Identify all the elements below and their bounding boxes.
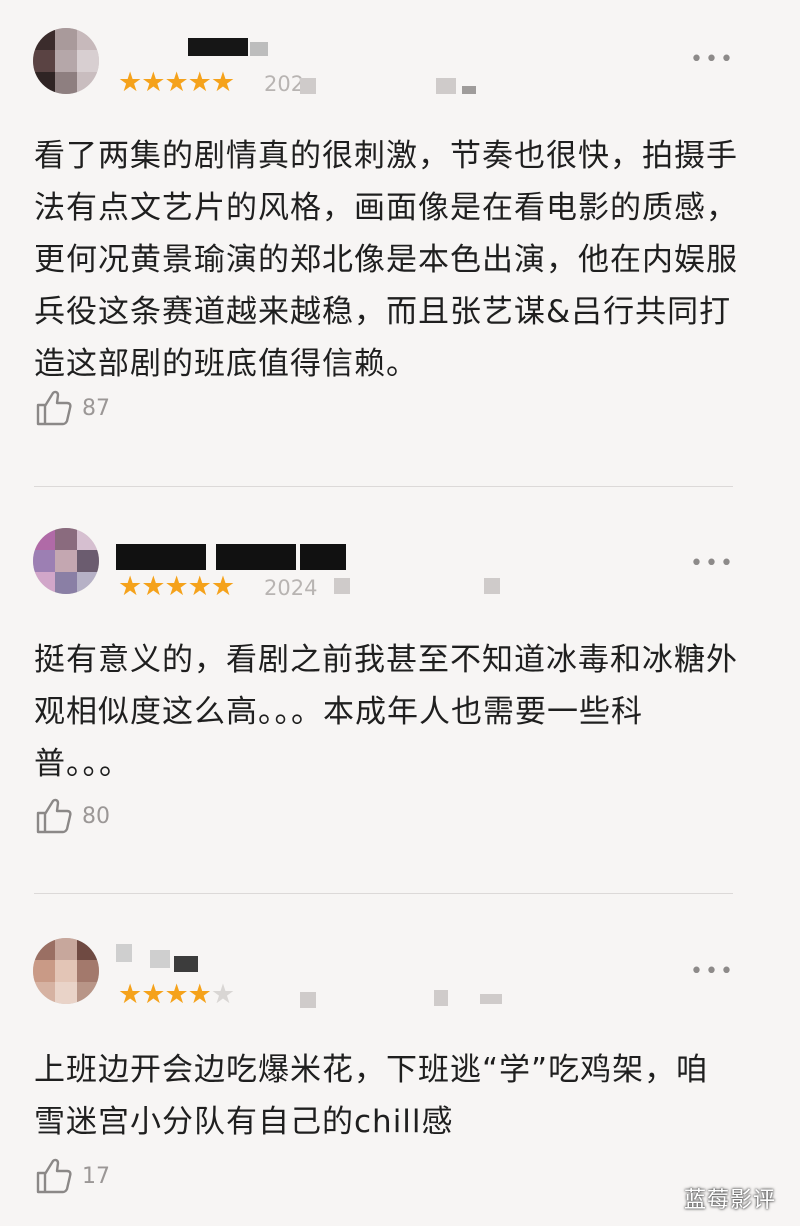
star-icon: ★ (187, 571, 212, 602)
review-date: 202 (264, 72, 305, 96)
username-redacted (130, 38, 290, 56)
review-text: 看了两集的剧情真的很刺激，节奏也很快，拍摄手法有点文艺片的风格，画面像是在看电影… (34, 138, 738, 382)
star-icon: ★ (187, 67, 212, 98)
star-icon: ★ (118, 979, 142, 1010)
more-dots-icon[interactable]: ••• (690, 49, 733, 71)
star-icon: ★ (141, 571, 165, 602)
like-button[interactable]: 87 (34, 388, 110, 428)
review-date: 2024 (264, 576, 318, 600)
star-rating: ★★★★★ (118, 571, 235, 602)
like-button[interactable]: 80 (34, 796, 110, 836)
thumbs-up-icon (36, 390, 72, 426)
review-text: 挺有意义的，看剧之前我甚至不知道冰毒和冰糖外观相似度这么高。。。本成年人也需要一… (34, 642, 738, 782)
star-icon: ★ (164, 571, 188, 602)
thumbs-up-icon (36, 798, 72, 834)
star-rating: ★★★★★ (118, 979, 235, 1010)
star-icon: ★ (187, 979, 212, 1010)
redacted-pixel (300, 992, 316, 1008)
like-count: 87 (82, 395, 110, 421)
redacted-pixel (434, 990, 448, 1006)
like-count: 17 (82, 1163, 110, 1189)
like-count: 80 (82, 803, 110, 829)
username-redacted (116, 544, 356, 570)
more-dots-icon[interactable]: ••• (690, 961, 733, 983)
star-icon: ★ (118, 67, 142, 98)
thumbs-up-icon (36, 1158, 72, 1194)
redacted-pixel (300, 78, 316, 94)
star-icon: ★ (210, 67, 235, 98)
redacted-pixel (484, 578, 500, 594)
avatar[interactable] (33, 528, 99, 594)
like-button[interactable]: 17 (34, 1156, 110, 1196)
watermark: 蓝莓影评 (684, 1188, 777, 1213)
divider (34, 893, 733, 894)
divider (34, 486, 733, 487)
star-icon: ★ (210, 979, 235, 1010)
avatar[interactable] (33, 938, 99, 1004)
star-rating: ★★★★★ (118, 67, 235, 98)
star-icon: ★ (118, 571, 142, 602)
redacted-pixel (462, 86, 476, 94)
redacted-pixel (334, 578, 350, 594)
star-icon: ★ (164, 979, 188, 1010)
star-icon: ★ (141, 67, 165, 98)
more-dots-icon[interactable]: ••• (690, 553, 733, 575)
star-icon: ★ (210, 571, 235, 602)
redacted-pixel (436, 78, 456, 94)
avatar[interactable] (33, 28, 99, 94)
star-icon: ★ (141, 979, 165, 1010)
username-redacted (116, 944, 216, 972)
star-icon: ★ (164, 67, 188, 98)
redacted-pixel (480, 994, 502, 1004)
review-text: 上班边开会边吃爆米花，下班逃“学”吃鸡架，咱雪迷宫小分队有自己的chill感 (34, 1052, 709, 1140)
